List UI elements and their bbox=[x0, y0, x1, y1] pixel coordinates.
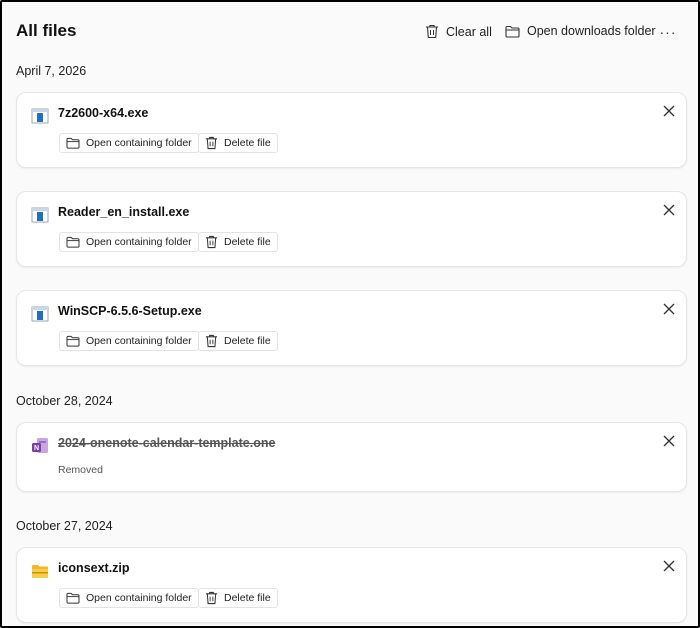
open-containing-folder-button[interactable]: Open containing folder bbox=[59, 588, 199, 608]
download-item: iconsext.zip Open containing folder Dele… bbox=[16, 547, 687, 623]
open-downloads-label: Open downloads folder bbox=[527, 24, 656, 38]
delete-file-label: Delete file bbox=[224, 335, 271, 347]
delete-file-button[interactable]: Delete file bbox=[198, 331, 278, 351]
delete-file-label: Delete file bbox=[224, 236, 271, 248]
delete-file-label: Delete file bbox=[224, 592, 271, 604]
date-heading: October 28, 2024 bbox=[16, 394, 113, 408]
folder-icon bbox=[66, 137, 80, 149]
clear-all-button[interactable]: Clear all bbox=[425, 24, 492, 39]
open-containing-folder-button[interactable]: Open containing folder bbox=[59, 331, 199, 351]
file-name[interactable]: 7z2600-x64.exe bbox=[58, 106, 148, 120]
remove-item-button[interactable] bbox=[660, 102, 678, 120]
trash-icon bbox=[205, 136, 218, 150]
remove-item-button[interactable] bbox=[660, 201, 678, 219]
trash-icon bbox=[205, 334, 218, 348]
remove-item-button[interactable] bbox=[660, 557, 678, 575]
zip-folder-icon bbox=[32, 565, 48, 578]
status-text: Removed bbox=[58, 464, 103, 476]
exe-icon bbox=[31, 207, 49, 223]
folder-icon bbox=[66, 335, 80, 347]
delete-file-button[interactable]: Delete file bbox=[198, 232, 278, 252]
download-item: 7z2600-x64.exe Open containing folder De… bbox=[16, 92, 687, 168]
open-containing-folder-button[interactable]: Open containing folder bbox=[59, 133, 199, 153]
delete-file-button[interactable]: Delete file bbox=[198, 133, 278, 153]
file-name: 2024-onenote-calendar-template.one bbox=[58, 436, 276, 450]
exe-icon bbox=[31, 306, 49, 322]
remove-item-button[interactable] bbox=[660, 432, 678, 450]
open-folder-label: Open containing folder bbox=[86, 592, 192, 604]
page-title: All files bbox=[16, 21, 77, 40]
trash-icon bbox=[205, 591, 218, 605]
remove-item-button[interactable] bbox=[660, 300, 678, 318]
open-folder-label: Open containing folder bbox=[86, 236, 192, 248]
delete-file-button[interactable]: Delete file bbox=[198, 588, 278, 608]
close-icon bbox=[663, 105, 675, 117]
file-name[interactable]: Reader_en_install.exe bbox=[58, 205, 189, 219]
panel-header: All files Clear all Open downloads folde… bbox=[2, 2, 698, 62]
download-item: WinSCP-6.5.6-Setup.exe Open containing f… bbox=[16, 290, 687, 366]
trash-icon bbox=[205, 235, 218, 249]
file-name[interactable]: iconsext.zip bbox=[58, 561, 130, 575]
onenote-icon: N bbox=[32, 438, 48, 453]
date-heading: October 27, 2024 bbox=[16, 519, 113, 533]
downloads-panel: All files Clear all Open downloads folde… bbox=[0, 0, 700, 628]
close-icon bbox=[663, 560, 675, 572]
open-folder-label: Open containing folder bbox=[86, 137, 192, 149]
folder-icon bbox=[66, 236, 80, 248]
date-heading: April 7, 2026 bbox=[16, 64, 87, 78]
more-options-button[interactable]: ··· bbox=[656, 20, 680, 44]
close-icon bbox=[663, 204, 675, 216]
trash-icon bbox=[426, 24, 438, 39]
svg-text:N: N bbox=[34, 445, 39, 452]
download-item: Reader_en_install.exe Open containing fo… bbox=[16, 191, 687, 267]
folder-icon bbox=[66, 592, 80, 604]
clear-all-label: Clear all bbox=[446, 24, 492, 39]
more-icon: ··· bbox=[659, 24, 677, 40]
close-icon bbox=[663, 303, 675, 315]
open-folder-label: Open containing folder bbox=[86, 335, 192, 347]
download-item: N 2024-onenote-calendar-template.one Rem… bbox=[16, 422, 687, 492]
open-downloads-folder-button[interactable]: Open downloads folder bbox=[505, 24, 656, 38]
file-name[interactable]: WinSCP-6.5.6-Setup.exe bbox=[58, 304, 202, 318]
folder-icon bbox=[505, 25, 520, 38]
close-icon bbox=[663, 435, 675, 447]
delete-file-label: Delete file bbox=[224, 137, 271, 149]
open-containing-folder-button[interactable]: Open containing folder bbox=[59, 232, 199, 252]
exe-icon bbox=[31, 108, 49, 124]
